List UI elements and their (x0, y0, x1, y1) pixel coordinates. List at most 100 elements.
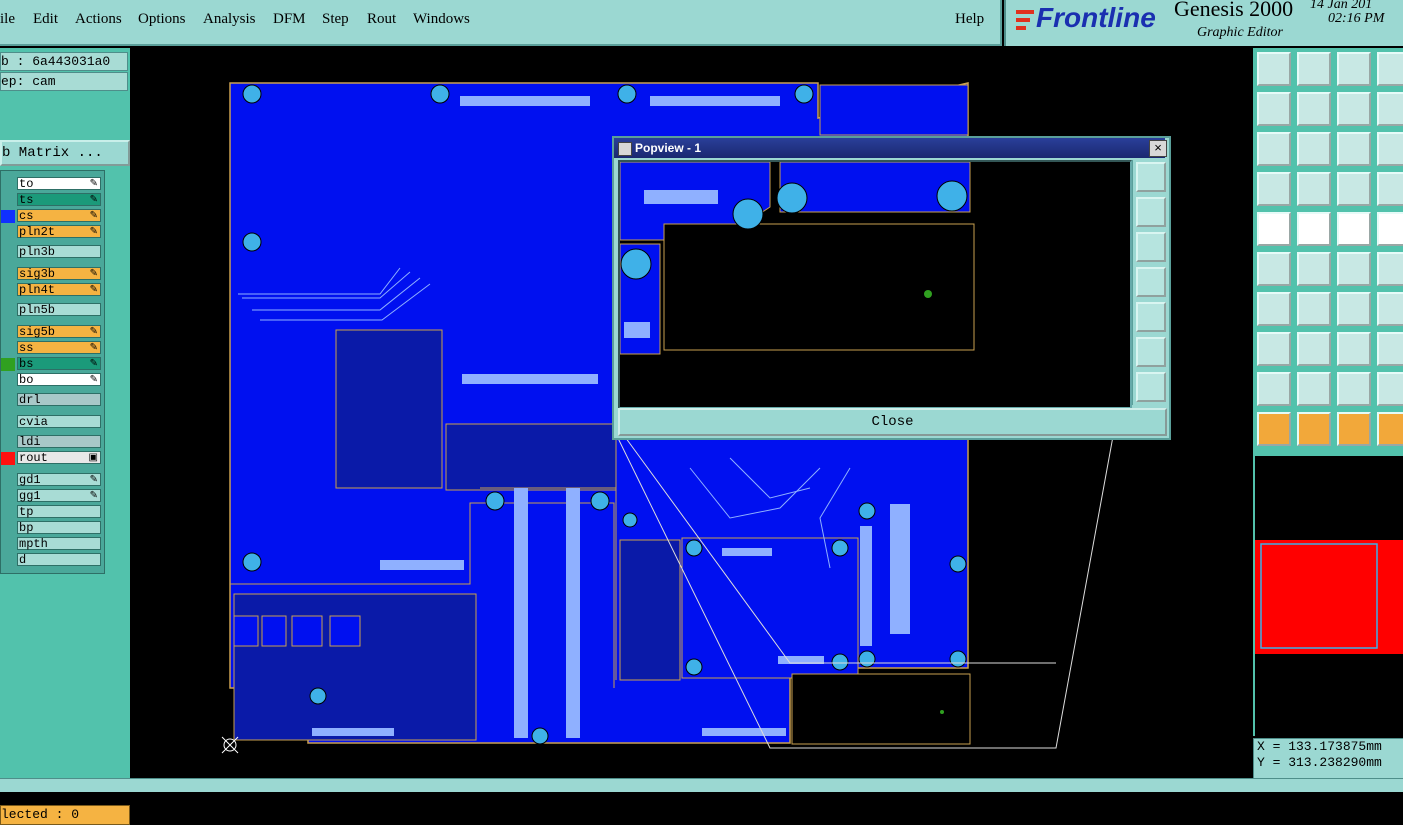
pointer-c-tool-icon[interactable] (1337, 412, 1371, 446)
popview-titlebar[interactable]: Popview - 1 (614, 138, 1165, 158)
layer-sig5b[interactable]: sig5b ✎ (17, 325, 101, 339)
ruler-tool-icon[interactable] (1337, 212, 1371, 246)
menu-step[interactable]: Step (322, 11, 349, 28)
popview-pan-up-icon[interactable] (1136, 197, 1166, 227)
layer-pln4t[interactable]: pln4t ✎ (17, 283, 101, 297)
fit-all-tool-icon[interactable] (1257, 132, 1291, 166)
menu-windows[interactable]: Windows (413, 11, 470, 28)
popview-pan-right-icon[interactable] (1136, 302, 1166, 332)
layer-gd1[interactable]: gd1 ✎ (17, 473, 101, 487)
close-icon[interactable]: × (1149, 140, 1167, 157)
popview-pan-left-icon[interactable] (1136, 267, 1166, 297)
popview-zoom-out-icon[interactable] (1136, 372, 1166, 402)
net-c-tool-icon[interactable] (1377, 252, 1403, 286)
layer-box-icon[interactable]: ▣ (89, 452, 98, 465)
layer-color-swatch[interactable] (1, 452, 15, 465)
pan-left-tool-icon[interactable] (1257, 92, 1291, 126)
overview-map[interactable] (1253, 456, 1403, 736)
layer-cvia[interactable]: cvia (17, 415, 101, 429)
cross-tool-icon[interactable] (1297, 252, 1331, 286)
net-a-tool-icon[interactable] (1257, 252, 1291, 286)
layer-bo[interactable]: bo ✎ (17, 373, 101, 387)
center-tool-icon[interactable] (1297, 132, 1331, 166)
select-pad-tool-icon[interactable] (1257, 212, 1291, 246)
move-tool-icon[interactable] (1377, 292, 1403, 326)
pan-right-tool-icon[interactable] (1297, 92, 1331, 126)
popview-zoom-home-icon[interactable] (1136, 162, 1166, 192)
layer-bp[interactable]: bp (17, 521, 101, 535)
layer-sig3b[interactable]: sig3b ✎ (17, 267, 101, 281)
popview-close-button[interactable]: Close (618, 408, 1167, 436)
grid-tool-icon[interactable] (1377, 52, 1403, 86)
layer-ts[interactable]: ts ✎ (17, 193, 101, 207)
layer-cs[interactable]: cs ✎ (17, 209, 101, 223)
layer-to[interactable]: to ✎ (17, 177, 101, 191)
draw-line-2-tool-icon[interactable] (1297, 292, 1331, 326)
scale-1-2-tool-icon[interactable] (1337, 132, 1371, 166)
job-matrix-button[interactable]: b Matrix ... (0, 140, 130, 166)
pointer-b-tool-icon[interactable] (1297, 412, 1331, 446)
layer-edit-icon[interactable]: ✎ (90, 268, 98, 281)
layer-color-swatch[interactable] (1, 358, 15, 371)
menu-edit[interactable]: Edit (33, 11, 58, 28)
menu-rout[interactable]: Rout (367, 11, 396, 28)
menu-analysis[interactable]: Analysis (203, 11, 256, 28)
layer-edit-icon[interactable]: ✎ (90, 374, 98, 387)
shape-a-tool-icon[interactable] (1257, 332, 1291, 366)
layer-edit-icon[interactable]: ✎ (90, 342, 98, 355)
edit-line-tool-icon[interactable] (1257, 292, 1291, 326)
layer-edit-icon[interactable]: ✎ (90, 210, 98, 223)
shape-b-tool-icon[interactable] (1297, 332, 1331, 366)
triangle-d-tool-icon[interactable] (1377, 372, 1403, 406)
circles-tool-icon[interactable] (1377, 332, 1403, 366)
undo-view-tool-icon[interactable] (1337, 92, 1371, 126)
triangle-a-tool-icon[interactable] (1257, 372, 1291, 406)
menu-help[interactable]: Help (955, 11, 984, 28)
layer-pln3b[interactable]: pln3b (17, 245, 101, 259)
layer-gg1[interactable]: gg1 ✎ (17, 489, 101, 503)
menu-options[interactable]: Options (138, 11, 186, 28)
zoom-down-tool-icon[interactable] (1297, 52, 1331, 86)
menu-dfm[interactable]: DFM (273, 11, 306, 28)
snap-grid-tool-icon[interactable] (1297, 172, 1331, 206)
menu-file[interactable]: ile (0, 11, 15, 28)
layer-pln5b[interactable]: pln5b (17, 303, 101, 317)
layer-edit-icon[interactable]: ✎ (90, 194, 98, 207)
layer-d[interactable]: d (17, 553, 101, 567)
layers-b-tool-icon[interactable] (1377, 172, 1403, 206)
home-tool-icon[interactable] (1337, 52, 1371, 86)
triangle-c-tool-icon[interactable] (1337, 372, 1371, 406)
layer-edit-icon[interactable]: ✎ (90, 358, 98, 371)
triangle-b-tool-icon[interactable] (1297, 372, 1331, 406)
popview-canvas[interactable] (618, 160, 1132, 409)
layer-edit-icon[interactable]: ✎ (90, 490, 98, 503)
layers-a-tool-icon[interactable] (1337, 172, 1371, 206)
layer-mpth[interactable]: mpth (17, 537, 101, 551)
layer-drl[interactable]: drl (17, 393, 101, 407)
layer-rout[interactable]: rout ▣ (17, 451, 101, 465)
layer-bs[interactable]: bs ✎ (17, 357, 101, 371)
dual-tool-icon[interactable] (1337, 332, 1371, 366)
help-tool-icon[interactable] (1377, 132, 1403, 166)
layer-edit-icon[interactable]: ✎ (90, 326, 98, 339)
layer-edit-icon[interactable]: ✎ (90, 178, 98, 191)
layer-tp[interactable]: tp (17, 505, 101, 519)
zoom-up-tool-icon[interactable] (1257, 52, 1291, 86)
pointer-a-tool-icon[interactable] (1257, 412, 1291, 446)
redo-view-tool-icon[interactable] (1377, 92, 1403, 126)
arc-tool-icon[interactable] (1337, 292, 1371, 326)
layer-pln2t[interactable]: pln2t ✎ (17, 225, 101, 239)
draw-line-tool-icon[interactable] (1297, 212, 1331, 246)
popview-zoom-in-icon[interactable] (1136, 337, 1166, 367)
layer-ldi[interactable]: ldi (17, 435, 101, 449)
popview-pan-down-icon[interactable] (1136, 232, 1166, 262)
measure-tool-icon[interactable] (1257, 172, 1291, 206)
layer-edit-icon[interactable]: ✎ (90, 474, 98, 487)
menu-actions[interactable]: Actions (75, 11, 122, 28)
layer-edit-icon[interactable]: ✎ (90, 226, 98, 239)
net-b-tool-icon[interactable] (1337, 252, 1371, 286)
dot-tool-icon[interactable] (1377, 212, 1403, 246)
layer-ss[interactable]: ss ✎ (17, 341, 101, 355)
layer-color-swatch[interactable] (1, 210, 15, 223)
pointer-d-tool-icon[interactable] (1377, 412, 1403, 446)
